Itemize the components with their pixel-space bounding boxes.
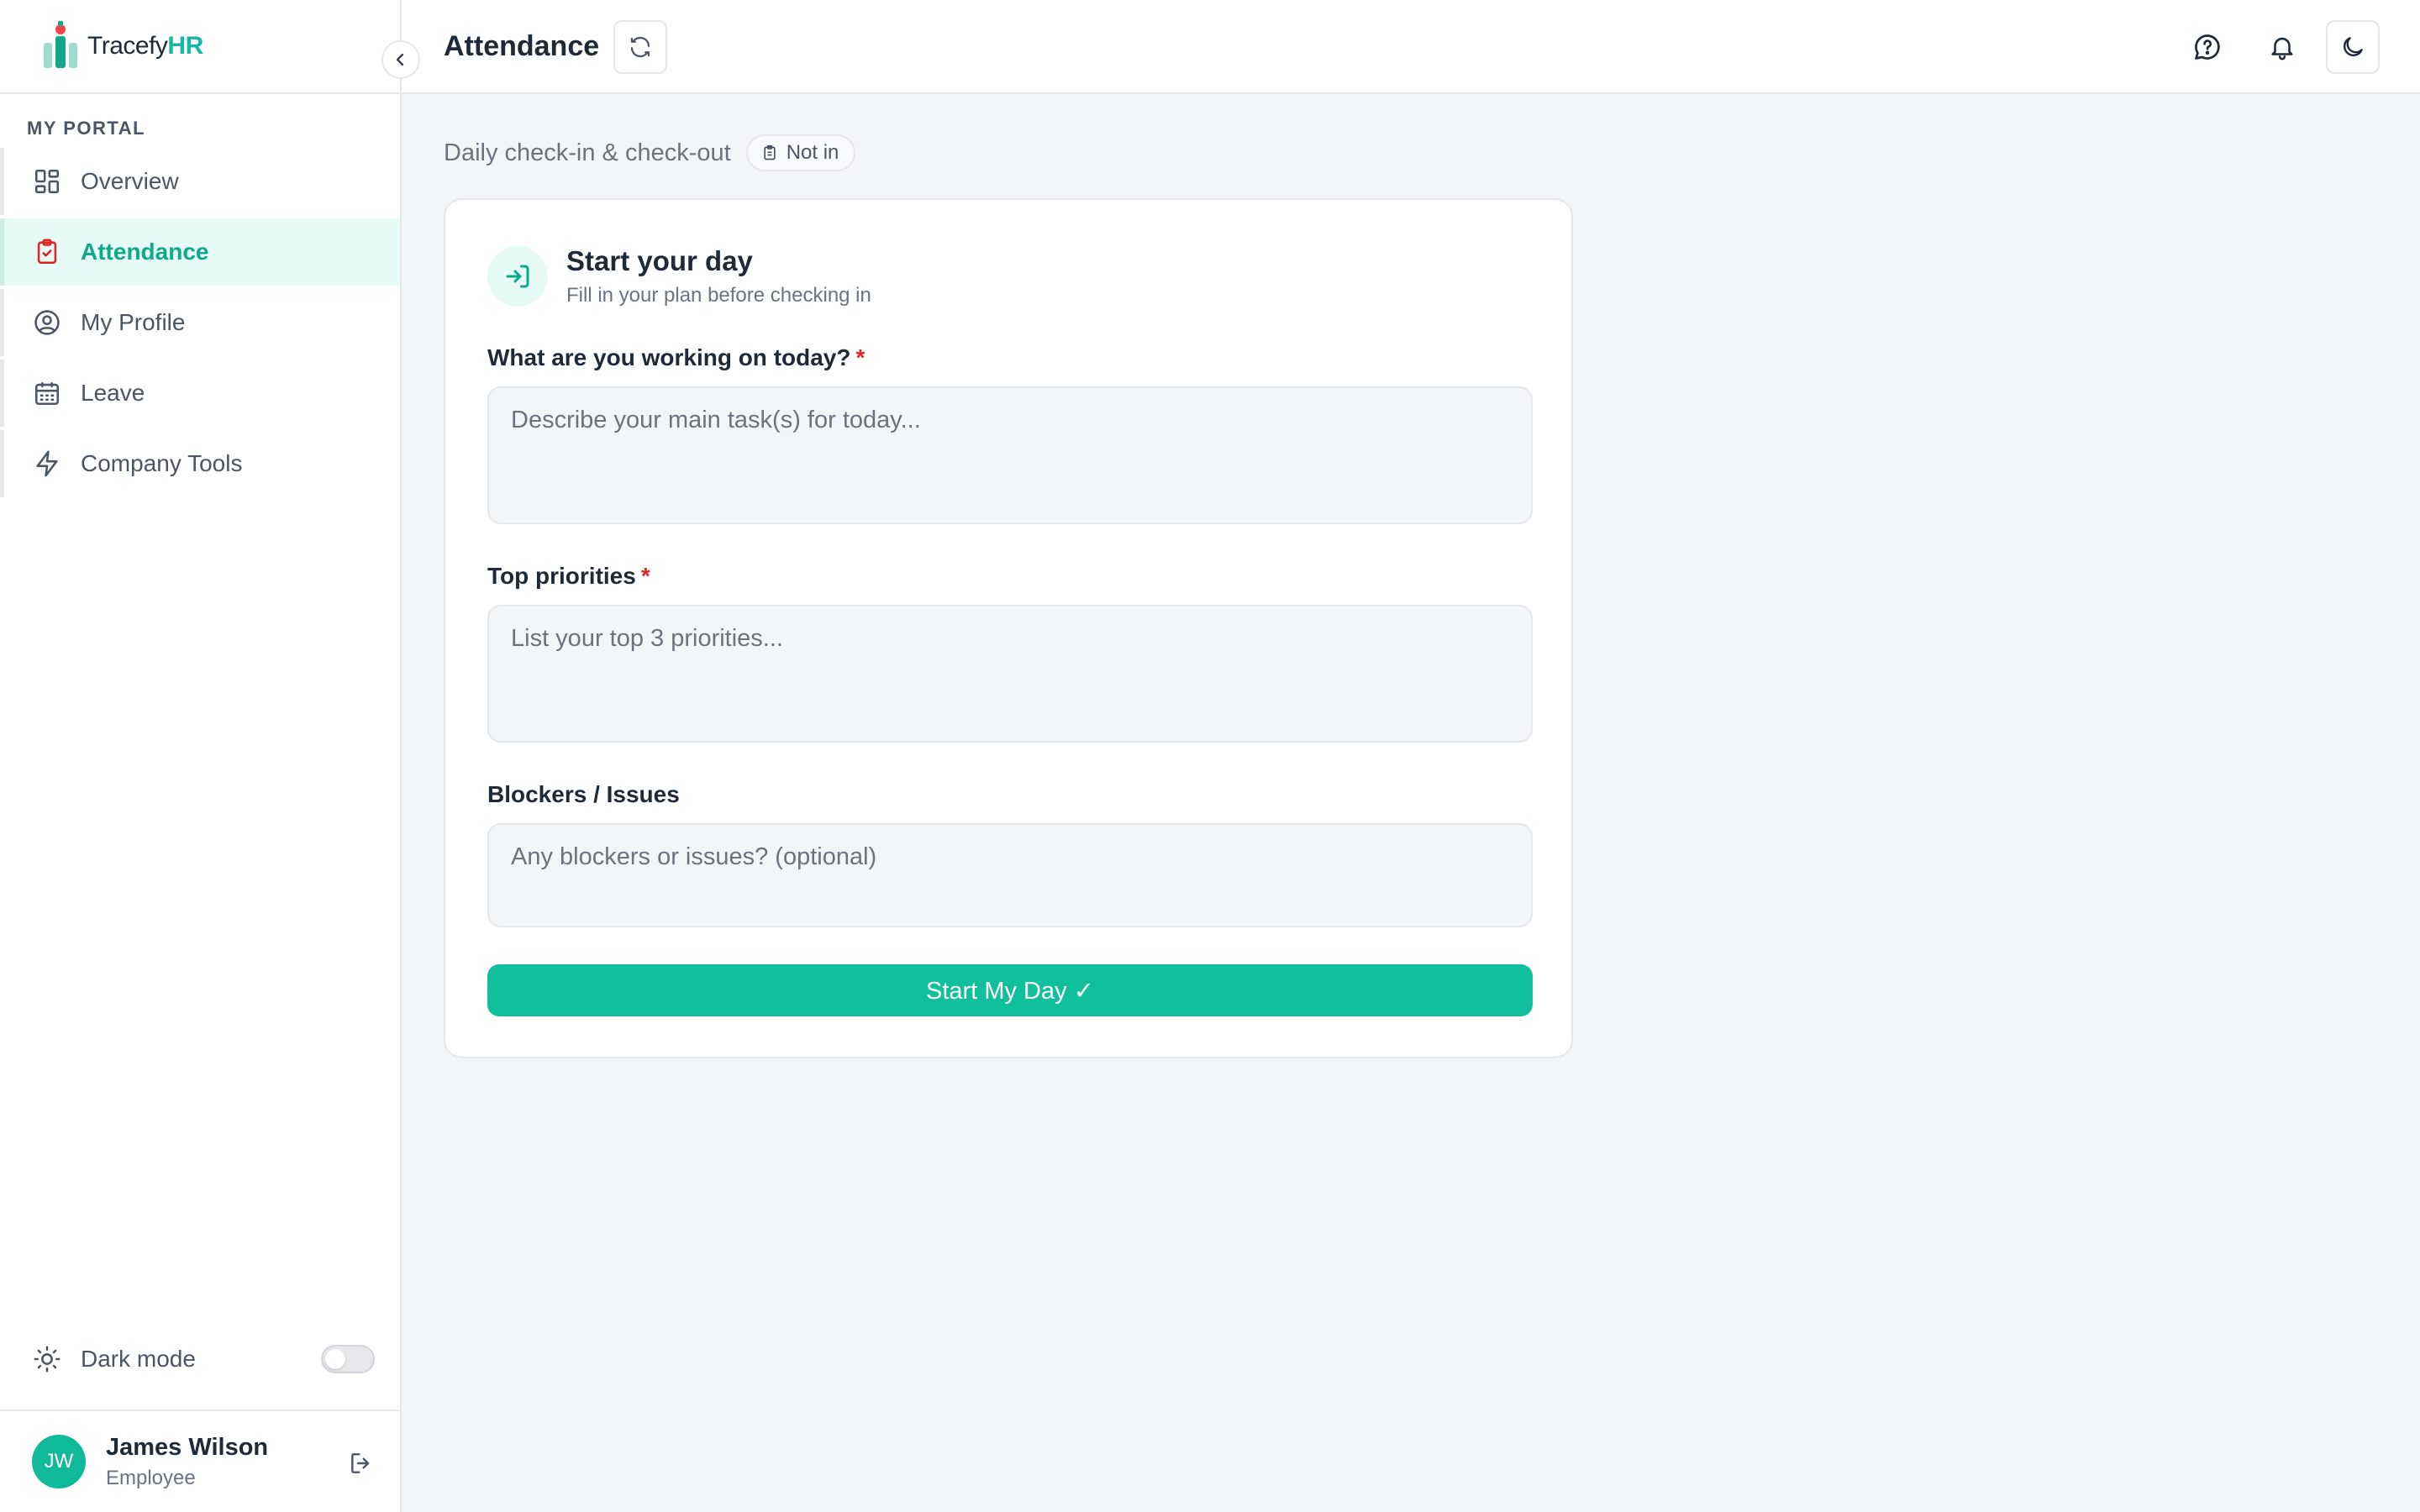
calendar-icon [32,378,62,408]
field-label-working-on: What are you working on today? * [487,344,865,370]
dark-mode-row: Dark mode [0,1332,400,1386]
subheader-text: Daily check-in & check-out [444,139,731,166]
status-badge-label: Not in [786,141,839,164]
required-mark: * [855,344,865,370]
chevron-left-icon [396,53,404,66]
avatar[interactable]: JW [32,1435,86,1488]
app: TracefyHR MY PORTAL Overview Attendance [0,0,2420,1512]
start-my-day-button[interactable]: Start My Day ✓ [487,964,1533,1016]
clipboard-icon [32,237,62,267]
logout-icon [351,1453,370,1473]
sidebar-item-label: Overview [81,168,179,194]
start-day-card: Start your day Fill in your plan before … [444,198,1573,1058]
sidebar-item-overview[interactable]: Overview [0,148,400,215]
toggle-knob [325,1349,345,1369]
working-on-input[interactable] [487,386,1533,524]
sidebar-item-leave[interactable]: Leave [0,360,400,427]
user-name: James Wilson [106,1433,269,1461]
required-mark: * [640,563,650,589]
dark-mode-toggle[interactable] [321,1345,375,1373]
user-box: JW James Wilson Employee [0,1410,400,1512]
logout-button[interactable] [345,1446,378,1480]
help-chat-icon [2195,34,2220,60]
field-label-top-priorities: Top priorities * [487,563,650,589]
sidebar-item-label: Attendance [81,239,209,265]
notifications-button[interactable] [2255,20,2309,74]
top-header: Attendance [402,0,2420,94]
top-priorities-input[interactable] [487,605,1533,743]
blockers-input[interactable] [487,823,1533,927]
sidebar-item-company-tools[interactable]: Company Tools [0,430,400,497]
grid-icon [32,166,62,197]
moon-icon [2344,37,2363,56]
user-info: James Wilson Employee [106,1434,268,1490]
user-circle-icon [32,307,62,338]
user-role: Employee [106,1466,196,1489]
card-title: Start your day [566,245,753,276]
tracefy-logo-icon [44,21,77,68]
lightning-icon [32,449,62,479]
dark-mode-label: Dark mode [81,1346,196,1372]
collapse-sidebar-button[interactable] [381,40,420,79]
help-button[interactable] [2181,20,2234,74]
field-label-blockers: Blockers / Issues [487,781,680,807]
sidebar-item-my-profile[interactable]: My Profile [0,289,400,356]
sidebar-item-label: Company Tools [81,450,243,476]
sidebar-item-label: Leave [81,380,145,406]
bell-icon [2271,37,2293,60]
sidebar: TracefyHR MY PORTAL Overview Attendance [0,0,420,1512]
sidebar-nav: Overview Attendance My Profile Leave Com… [0,148,400,501]
card-heading-text: Start your day Fill in your plan before … [566,245,871,307]
check-in-icon [487,246,548,307]
clipboard-small-icon [764,144,776,160]
status-badge: Not in [745,134,856,171]
sidebar-item-attendance[interactable]: Attendance [0,218,400,286]
sidebar-item-label: My Profile [81,309,186,335]
subheader: Daily check-in & check-out Not in [444,134,856,171]
refresh-icon [630,36,650,58]
theme-toggle-button[interactable] [2326,20,2380,74]
card-subtitle: Fill in your plan before checking in [566,284,871,307]
card-header: Start your day Fill in your plan before … [487,245,871,307]
section-label: MY PORTAL [27,118,146,139]
refresh-button[interactable] [613,20,667,74]
page-title: Attendance [444,30,600,62]
brand[interactable]: TracefyHR [0,0,402,94]
brand-name: TracefyHR [87,32,203,60]
sun-icon [32,1344,62,1374]
